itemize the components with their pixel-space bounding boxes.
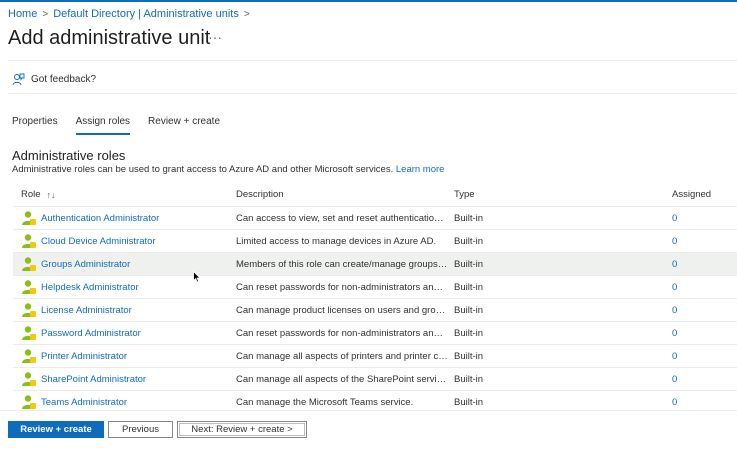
role-description: Can manage all aspects of the SharePoint… <box>236 373 450 385</box>
role-cell: Helpdesk Administrator <box>13 279 236 295</box>
role-type: Built-in <box>454 281 484 293</box>
review-create-button[interactable]: Review + create <box>8 421 104 438</box>
role-name-link[interactable]: Password Administrator <box>41 328 141 339</box>
role-type: Built-in <box>454 373 484 385</box>
section-title: Administrative roles <box>12 148 126 163</box>
previous-button[interactable]: Previous <box>108 421 173 438</box>
divider <box>8 60 737 61</box>
mouse-cursor-icon <box>193 271 201 283</box>
table-row[interactable]: Authentication Administrator Can access t… <box>13 207 737 230</box>
table-row[interactable]: Password Administrator Can reset password… <box>13 322 737 345</box>
role-user-icon <box>22 395 36 409</box>
role-assigned-count[interactable]: 0 <box>672 351 732 362</box>
role-cell: SharePoint Administrator <box>13 371 236 387</box>
section-description-text: Administrative roles can be used to gran… <box>12 164 394 175</box>
tab-assign-roles[interactable]: Assign roles <box>75 116 131 135</box>
role-cell: License Administrator <box>13 302 236 318</box>
breadcrumb: Home > Default Directory | Administrative … <box>8 8 255 20</box>
top-accent-line <box>0 0 737 2</box>
table-header: Role ↑↓ Description Type Assigned <box>13 183 737 207</box>
table-row[interactable]: License Administrator Can manage product … <box>13 299 737 322</box>
table-row[interactable]: Printer Administrator Can manage all aspe… <box>13 345 737 368</box>
footer-bar: Review + create Previous Next: Review + … <box>0 410 737 452</box>
page-title: Add administrative unit <box>8 27 211 49</box>
role-name-link[interactable]: Groups Administrator <box>41 259 130 270</box>
role-type: Built-in <box>454 350 484 362</box>
chevron-right-icon: > <box>243 9 250 20</box>
column-header-role[interactable]: Role ↑↓ <box>13 189 236 200</box>
role-cell: Teams Administrator <box>13 394 236 410</box>
role-description: Limited access to manage devices in Azur… <box>236 235 437 247</box>
role-user-icon <box>22 372 36 386</box>
table-row[interactable]: Cloud Device Administrator Limited access… <box>13 230 737 253</box>
feedback-link[interactable]: Got feedback? <box>12 73 96 86</box>
role-user-icon <box>22 303 36 317</box>
tab-bar: Properties Assign roles Review + create <box>12 116 238 135</box>
next-button[interactable]: Next: Review + create > <box>177 421 307 438</box>
role-name-link[interactable]: Helpdesk Administrator <box>41 282 139 293</box>
role-name-link[interactable]: Cloud Device Administrator <box>41 236 156 247</box>
role-cell: Printer Administrator <box>13 348 236 364</box>
role-cell: Password Administrator <box>13 325 236 341</box>
section-description: Administrative roles can be used to gran… <box>12 164 444 175</box>
role-type: Built-in <box>454 212 484 224</box>
role-assigned-count[interactable]: 0 <box>672 213 732 224</box>
role-name-link[interactable]: Printer Administrator <box>41 351 127 362</box>
sort-icon[interactable]: ↑↓ <box>47 190 56 200</box>
role-description: Can access to view, set and reset authen… <box>236 212 450 224</box>
role-assigned-count[interactable]: 0 <box>672 374 732 385</box>
roles-table: Role ↑↓ Description Type Assigned Authent… <box>13 183 737 414</box>
role-description: Can reset passwords for non-administrato… <box>236 281 450 293</box>
role-type: Built-in <box>454 258 484 270</box>
role-user-icon <box>22 326 36 340</box>
column-header-type: Type <box>454 189 475 200</box>
role-assigned-count[interactable]: 0 <box>672 328 732 339</box>
role-assigned-count[interactable]: 0 <box>672 282 732 293</box>
role-name-link[interactable]: License Administrator <box>41 305 132 316</box>
table-body: Authentication Administrator Can access t… <box>13 207 737 414</box>
role-description: Members of this role can create/manage g… <box>236 258 451 270</box>
table-row[interactable]: Groups Administrator Members of this role… <box>13 253 737 276</box>
role-name-link[interactable]: Teams Administrator <box>41 397 127 408</box>
role-user-icon <box>22 349 36 363</box>
role-type: Built-in <box>454 396 484 408</box>
role-user-icon <box>22 211 36 225</box>
table-row[interactable]: Helpdesk Administrator Can reset password… <box>13 276 737 299</box>
role-cell: Cloud Device Administrator <box>13 233 236 249</box>
role-description: Can manage the Microsoft Teams service. <box>236 396 414 408</box>
role-assigned-count[interactable]: 0 <box>672 397 732 408</box>
role-type: Built-in <box>454 304 484 316</box>
tab-review-create[interactable]: Review + create <box>148 116 220 135</box>
role-user-icon <box>22 234 36 248</box>
role-description: Can reset passwords for non-administrato… <box>236 327 450 339</box>
role-name-link[interactable]: Authentication Administrator <box>41 213 159 224</box>
divider <box>8 93 737 94</box>
role-type: Built-in <box>454 327 484 339</box>
role-assigned-count[interactable]: 0 <box>672 236 732 247</box>
role-type: Built-in <box>454 235 484 247</box>
role-user-icon <box>22 257 36 271</box>
role-description: Can manage product licenses on users and… <box>236 304 454 316</box>
breadcrumb-directory[interactable]: Default Directory | Administrative units <box>53 8 239 20</box>
feedback-icon <box>12 73 25 86</box>
role-assigned-count[interactable]: 0 <box>672 305 732 316</box>
role-user-icon <box>22 280 36 294</box>
learn-more-link[interactable]: Learn more <box>396 164 445 175</box>
column-header-assigned: Assigned <box>672 189 712 200</box>
role-name-link[interactable]: SharePoint Administrator <box>41 374 146 385</box>
breadcrumb-home[interactable]: Home <box>8 8 37 20</box>
role-assigned-count[interactable]: 0 <box>672 259 732 270</box>
tab-properties[interactable]: Properties <box>12 116 58 135</box>
column-header-role-label: Role <box>21 189 41 200</box>
feedback-label: Got feedback? <box>31 74 97 85</box>
more-options-icon[interactable]: ··· <box>208 29 222 45</box>
role-cell: Groups Administrator <box>13 256 236 272</box>
column-header-description: Description <box>236 189 284 200</box>
table-row[interactable]: SharePoint Administrator Can manage all a… <box>13 368 737 391</box>
chevron-right-icon: > <box>42 9 49 20</box>
role-cell: Authentication Administrator <box>13 210 236 226</box>
role-description: Can manage all aspects of printers and p… <box>236 350 452 362</box>
